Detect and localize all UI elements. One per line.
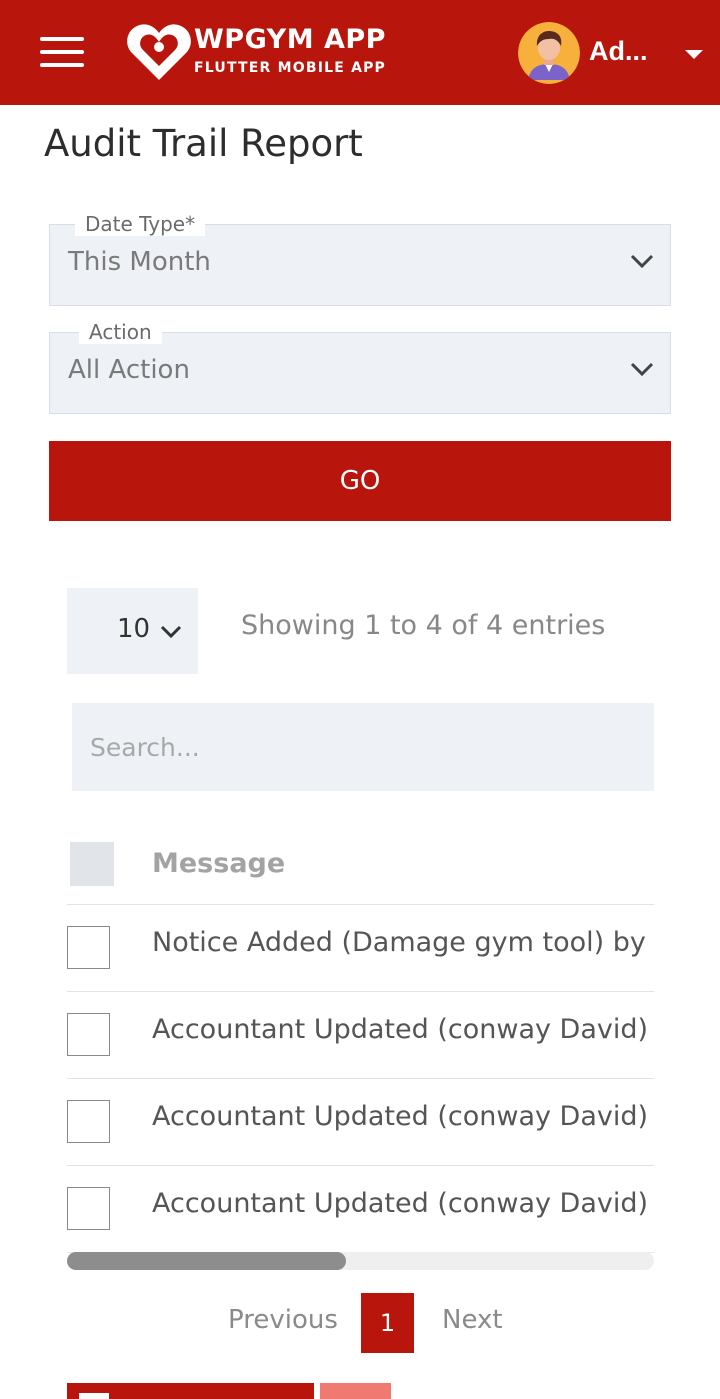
column-header-message[interactable]: Message bbox=[152, 848, 285, 879]
button-icon bbox=[79, 1393, 109, 1399]
action-value: All Action bbox=[68, 355, 190, 385]
table-row: Notice Added (Damage gym tool) by bbox=[67, 905, 654, 992]
row-checkbox[interactable] bbox=[67, 1100, 110, 1143]
scrollbar-thumb[interactable] bbox=[67, 1252, 346, 1270]
page-title: Audit Trail Report bbox=[44, 122, 363, 165]
horizontal-scrollbar[interactable] bbox=[67, 1252, 654, 1270]
message-cell: Accountant Updated (conway David) bbox=[152, 1188, 649, 1219]
action-label: Action bbox=[79, 320, 162, 344]
message-cell: Notice Added (Damage gym tool) by bbox=[152, 927, 646, 958]
app-header: WPGYM APP FLUTTER MOBILE APP Ad... bbox=[0, 0, 720, 105]
logo-title: WPGYM APP bbox=[194, 24, 386, 55]
action-select[interactable]: Action All Action bbox=[49, 320, 671, 414]
date-type-value: This Month bbox=[68, 247, 211, 277]
go-button[interactable]: GO bbox=[49, 441, 671, 521]
date-type-select[interactable]: Date Type* This Month bbox=[49, 212, 671, 306]
previous-page-button[interactable]: Previous bbox=[228, 1305, 338, 1335]
table-row: Accountant Updated (conway David) bbox=[67, 992, 654, 1079]
date-type-label: Date Type* bbox=[75, 212, 206, 236]
app-logo[interactable]: WPGYM APP FLUTTER MOBILE APP bbox=[126, 22, 396, 84]
heart-logo-icon bbox=[127, 24, 191, 80]
hamburger-icon[interactable] bbox=[38, 34, 86, 70]
avatar bbox=[518, 22, 580, 84]
row-checkbox[interactable] bbox=[67, 1187, 110, 1230]
logo-subtitle: FLUTTER MOBILE APP bbox=[194, 60, 387, 76]
table-header-row: Message bbox=[67, 820, 654, 905]
chevron-down-icon bbox=[160, 625, 182, 639]
chevron-down-icon bbox=[630, 362, 654, 377]
row-checkbox[interactable] bbox=[67, 926, 110, 969]
audit-table: Message Notice Added (Damage gym tool) b… bbox=[67, 820, 654, 1253]
user-name: Ad... bbox=[589, 36, 648, 66]
page-1-button[interactable]: 1 bbox=[361, 1293, 414, 1353]
row-checkbox[interactable] bbox=[67, 1013, 110, 1056]
secondary-action-button[interactable] bbox=[320, 1383, 391, 1399]
message-cell: Accountant Updated (conway David) bbox=[152, 1101, 649, 1132]
caret-down-icon[interactable] bbox=[685, 50, 703, 59]
search-input[interactable] bbox=[72, 703, 654, 791]
table-row: Accountant Updated (conway David) bbox=[67, 1079, 654, 1166]
chevron-down-icon bbox=[630, 254, 654, 269]
message-cell: Accountant Updated (conway David) bbox=[152, 1014, 649, 1045]
page-length-select[interactable]: 10 bbox=[67, 588, 198, 674]
next-page-button[interactable]: Next bbox=[442, 1305, 503, 1335]
table-row: Accountant Updated (conway David) bbox=[67, 1166, 654, 1253]
entries-info: Showing 1 to 4 of 4 entries bbox=[241, 610, 606, 641]
user-menu[interactable]: Ad... bbox=[518, 22, 713, 84]
select-all-checkbox[interactable] bbox=[70, 842, 114, 886]
page-length-value: 10 bbox=[117, 614, 151, 644]
bulk-action-button[interactable] bbox=[67, 1383, 314, 1399]
